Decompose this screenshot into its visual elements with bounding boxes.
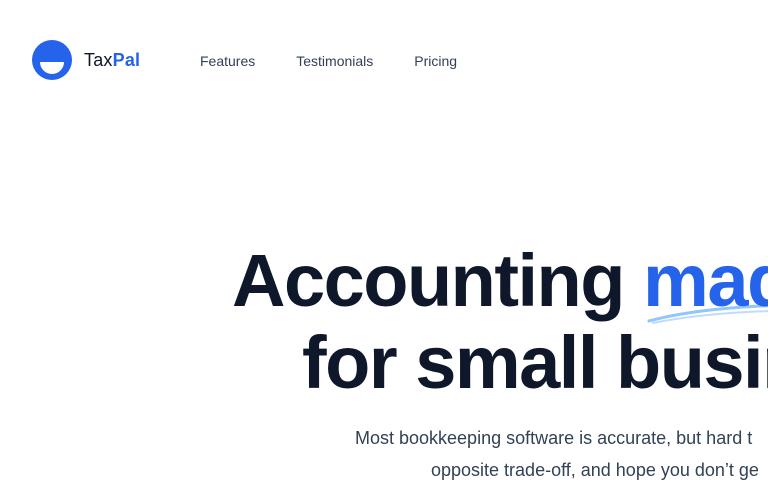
hero-title-plain-text: Accounting: [232, 239, 644, 322]
page: TaxPal Features Testimonials Pricing Acc…: [0, 0, 768, 492]
hero-title-highlight: mad: [643, 244, 768, 324]
hero-subtitle-line-2: opposite trade-off, and hope you don’t g…: [431, 460, 759, 480]
hero-title-line-1: Accounting mad: [232, 244, 768, 324]
hero-subtitle-line-1: Most bookkeeping software is accurate, b…: [355, 428, 753, 448]
hero-subtitle: Most bookkeeping software is accurate, b…: [0, 424, 768, 492]
hero-title-line-2: for small busin: [302, 321, 768, 404]
hero-title: Accounting mad for small busin: [0, 0, 768, 420]
hero-title-highlight-text: mad: [643, 239, 768, 322]
